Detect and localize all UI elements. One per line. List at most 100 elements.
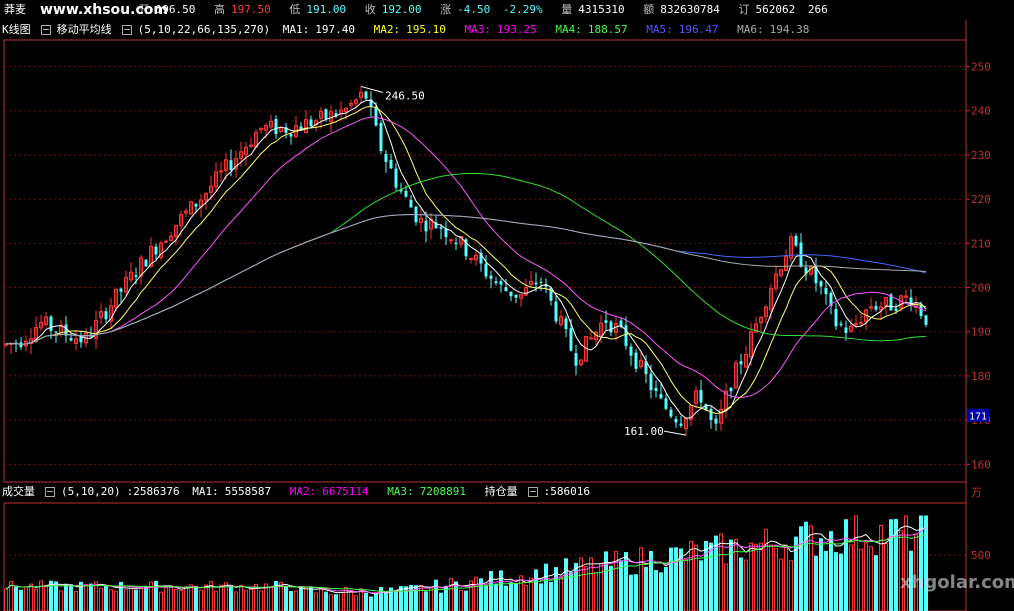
volume-bar <box>859 548 863 611</box>
volume-bar <box>809 525 813 611</box>
candle-body-down <box>624 325 628 346</box>
volume-bar <box>409 585 413 611</box>
volume-bar <box>189 584 193 611</box>
volume-unit-label: 万 <box>971 486 982 499</box>
volume-bar <box>139 588 143 611</box>
volume-bar <box>339 591 343 611</box>
volume-bar <box>244 590 248 611</box>
candle-body-down <box>729 387 733 392</box>
candle-body-down <box>739 361 743 365</box>
price-tick-label: 200 <box>971 282 991 295</box>
candle-body-down <box>504 287 508 291</box>
volume-bar <box>584 566 588 611</box>
volume-bar <box>739 557 743 611</box>
volume-bar <box>559 577 563 611</box>
candle-body-down <box>409 200 413 208</box>
volume-bar <box>69 584 73 611</box>
candle-body-down <box>824 287 828 295</box>
volume-bar <box>334 594 338 611</box>
volume-bar <box>484 585 488 611</box>
candle-body-down <box>669 409 673 417</box>
volume-bar <box>474 576 478 611</box>
volume-bar <box>284 586 288 611</box>
volume-bar <box>354 595 358 611</box>
volume-bar <box>594 572 598 611</box>
volume-bar <box>219 584 223 611</box>
candle-body-down <box>489 275 493 279</box>
candle-body-down <box>509 291 513 297</box>
volume-bar <box>564 558 568 611</box>
volume-bar <box>519 575 523 611</box>
volume-bar <box>144 585 148 611</box>
volume-bar <box>4 588 8 611</box>
volume-bar <box>159 591 163 611</box>
candle-body-down <box>699 389 703 403</box>
volume-bar <box>514 583 518 611</box>
volume-bar <box>654 570 658 611</box>
volume-bar <box>884 543 888 611</box>
volume-bar <box>239 584 243 611</box>
volume-bar <box>754 543 758 611</box>
volume-bar <box>494 583 498 611</box>
volume-bar <box>114 590 118 611</box>
volume-bar <box>699 560 703 611</box>
volume-bar <box>599 562 603 611</box>
volume-tick-label: 500 <box>971 549 991 562</box>
volume-bar <box>124 589 128 611</box>
volume-bar <box>99 587 103 611</box>
candle-body-down <box>674 418 678 423</box>
volume-bar <box>524 584 528 611</box>
volume-bar <box>499 570 503 611</box>
volume-bar <box>294 590 298 611</box>
candle-body-down <box>874 306 878 310</box>
volume-bar <box>684 559 688 611</box>
volume-bar <box>234 591 238 611</box>
volume-bar <box>309 587 313 611</box>
volume-bar <box>899 530 903 611</box>
volume-bar <box>214 590 218 611</box>
volume-bar <box>364 592 368 611</box>
candle-body-up <box>854 323 858 326</box>
volume-bar <box>24 586 28 611</box>
volume-bar <box>864 542 868 611</box>
candle-body-down <box>554 301 558 322</box>
candle-body-down <box>534 282 538 285</box>
volume-bar <box>709 542 713 611</box>
candle-body-down <box>539 281 543 283</box>
volume-bar <box>489 570 493 611</box>
candle-body-down <box>564 318 568 330</box>
volume-bar <box>314 592 318 611</box>
volume-bar <box>834 552 838 611</box>
volume-bar <box>449 578 453 611</box>
candle-body-down <box>404 190 408 197</box>
volume-bar <box>349 589 353 611</box>
low-annotation: 161.00 <box>624 425 664 438</box>
volume-bar <box>639 547 643 611</box>
volume-bar <box>299 586 303 611</box>
volume-bar <box>764 528 768 611</box>
volume-bar <box>589 557 593 611</box>
volume-bar <box>184 586 188 611</box>
volume-bar <box>179 590 183 611</box>
volume-bar <box>574 562 578 611</box>
volume-bar <box>729 539 733 611</box>
volume-bar <box>674 547 678 611</box>
candle-body-down <box>924 315 928 325</box>
volume-bar <box>39 580 43 611</box>
volume-bar <box>889 519 893 611</box>
candle-body-down <box>484 263 488 277</box>
volume-bar <box>194 585 198 611</box>
volume-bar <box>724 563 728 611</box>
volume-bar <box>384 591 388 611</box>
candle-body-down <box>514 294 518 298</box>
volume-bar <box>704 541 708 611</box>
candle-body-down <box>229 160 233 171</box>
candlestick-chart[interactable]: 160170180190200210220230240250171500万246… <box>0 0 1014 611</box>
candle-body-down <box>499 281 503 285</box>
volume-bar <box>569 572 573 611</box>
volume-bar <box>504 585 508 611</box>
volume-bar <box>204 584 208 611</box>
volume-bar <box>874 555 878 611</box>
volume-bar <box>619 560 623 611</box>
candle-body-down <box>379 122 383 152</box>
